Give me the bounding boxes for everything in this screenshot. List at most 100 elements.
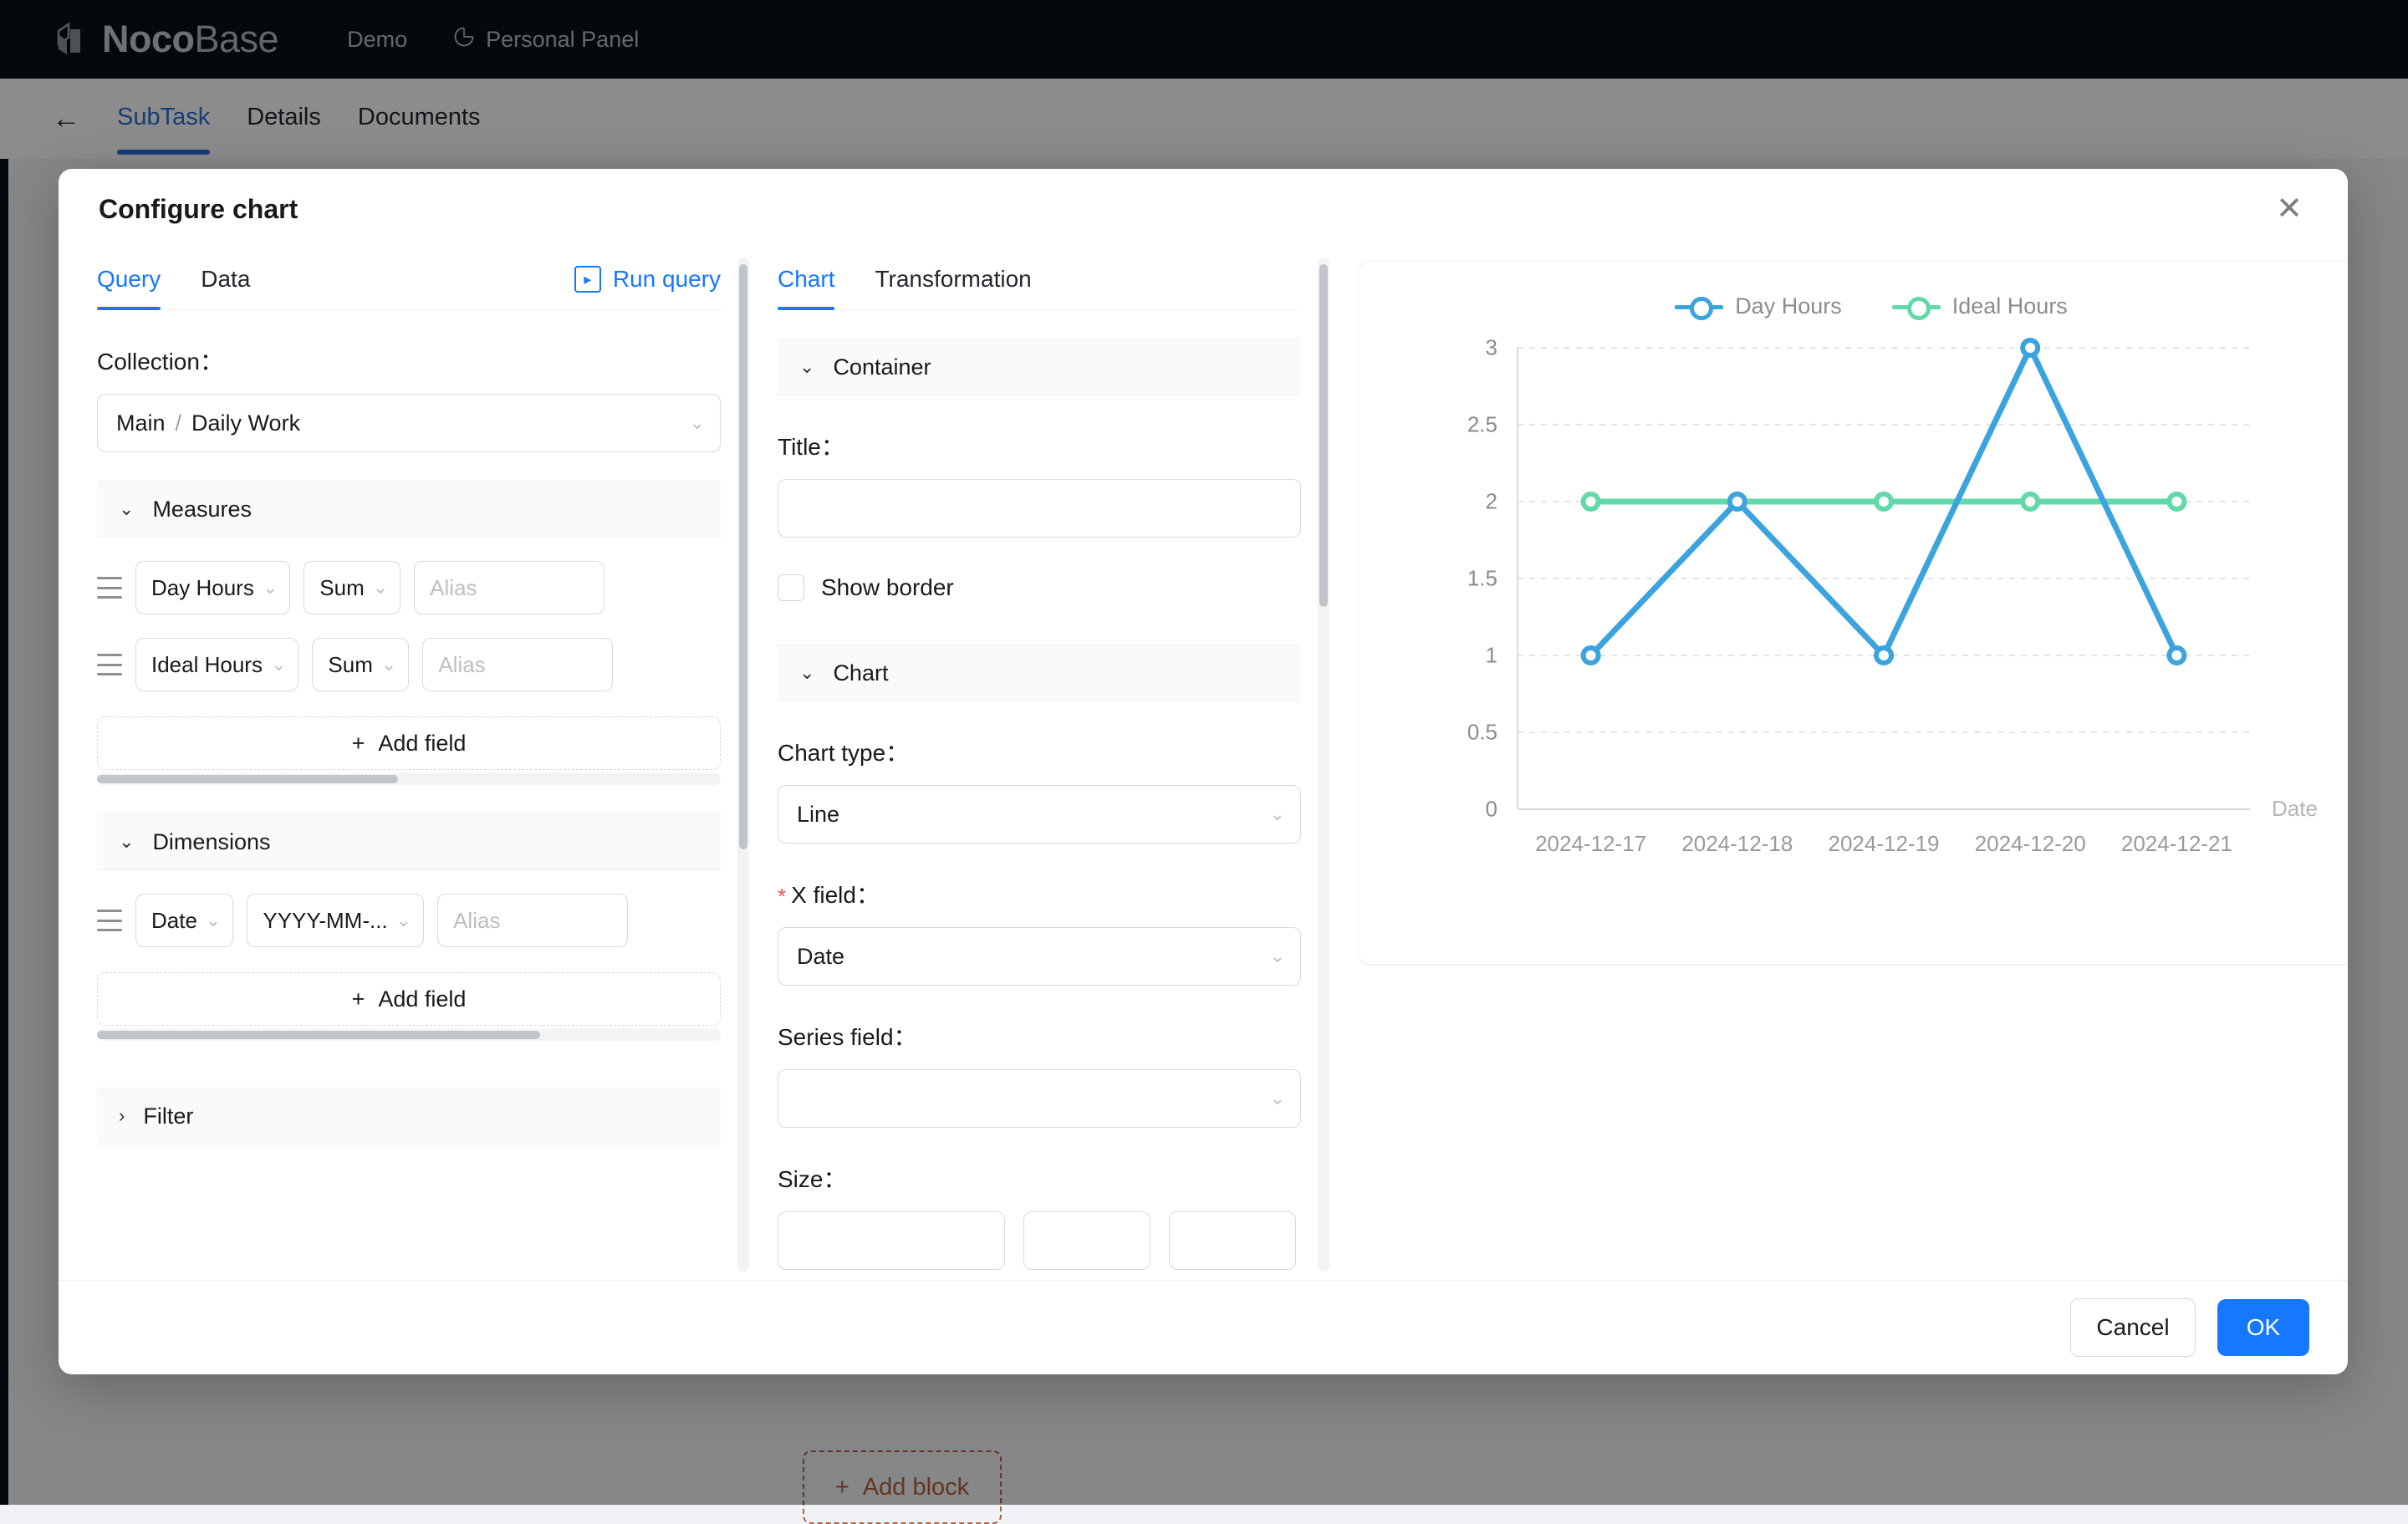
legend-marker-icon (1891, 295, 1941, 320)
chevron-down-icon: ⌄ (1269, 1088, 1285, 1109)
required-asterisk-icon: * (778, 884, 787, 910)
plus-icon: + (351, 986, 365, 1012)
tab-query[interactable]: Query (97, 266, 161, 310)
collection-select[interactable]: Main / Daily Work ⌄ (97, 394, 721, 452)
chevron-down-icon: ⌄ (1269, 945, 1285, 966)
run-query-button[interactable]: ▸ Run query (574, 266, 721, 309)
collection-namespace: Main (116, 410, 166, 436)
x-field-select[interactable]: Date ⌄ (778, 927, 1301, 986)
dimension-alias-input[interactable]: Alias (437, 894, 629, 947)
size-height-input[interactable] (1023, 1211, 1150, 1270)
collection-value: Main / Daily Work (116, 410, 690, 436)
chart-config-panel: Chart Transformation ⌄ Container Title： … (778, 249, 1329, 1280)
y-axis-tick-label: 1.5 (1467, 565, 1497, 591)
series-field-label: Series field： (778, 1024, 917, 1050)
dimensions-horizontal-scrollbar[interactable] (97, 1029, 721, 1041)
chart-title-input[interactable] (778, 479, 1301, 538)
y-axis-tick-label: 0 (1485, 796, 1497, 822)
dimensions-title: Dimensions (152, 828, 271, 854)
drag-handle-icon[interactable] (97, 577, 122, 599)
chevron-down-icon: ⌄ (119, 831, 135, 852)
chevron-down-icon: ⌄ (1269, 803, 1285, 824)
chart-config-scrollbar-thumb[interactable] (1319, 264, 1328, 607)
drag-handle-icon[interactable] (97, 654, 122, 675)
x-field-label-text: X field： (791, 882, 880, 908)
chevron-down-icon: ⌄ (395, 910, 412, 930)
chart-plot-area: 0 0.5 1 1.5 2 2.5 3 2024-12-17 2024-12-18 2024-1… (1359, 324, 2348, 910)
measure-alias-placeholder: Alias (438, 651, 486, 677)
dimension-field-select[interactable]: Date ⌄ (135, 894, 234, 947)
tab-transformation[interactable]: Transformation (875, 266, 1031, 309)
drag-handle-icon[interactable] (97, 910, 122, 931)
query-panel-tabs: Query Data ▸ Run query (97, 249, 721, 310)
x-axis-tick-label: 2024-12-17 (1535, 831, 1647, 856)
run-query-icon: ▸ (574, 266, 601, 293)
dimensions-add-field-button[interactable]: + Add field (97, 972, 721, 1026)
x-axis-tick-label: 2024-12-19 (1828, 831, 1940, 856)
add-field-label: Add field (378, 986, 467, 1012)
measure-field-value: Ideal Hours (151, 651, 263, 677)
x-axis-tick-label: 2024-12-20 (1974, 831, 2086, 856)
measure-row: Ideal Hours ⌄ Sum ⌄ Alias (97, 638, 721, 691)
tab-data[interactable]: Data (201, 266, 250, 309)
measures-add-field-button[interactable]: + Add field (97, 716, 721, 770)
dimensions-section-header[interactable]: ⌄ Dimensions (97, 813, 721, 870)
measure-aggregation-value: Sum (328, 651, 373, 677)
measure-alias-input[interactable]: Alias (422, 638, 614, 691)
measure-field-select[interactable]: Ideal Hours ⌄ (135, 638, 299, 691)
chart-title-label: Title： (778, 434, 844, 460)
x-field-label: * X field： (778, 877, 1301, 910)
line-chart-svg (1517, 338, 2250, 810)
measure-aggregation-value: Sum (319, 574, 365, 600)
modal-footer: Cancel OK (59, 1280, 2348, 1374)
chevron-right-icon: › (119, 1105, 125, 1126)
chevron-down-icon: ⌄ (799, 356, 815, 377)
chart-section-header[interactable]: ⌄ Chart (778, 645, 1301, 701)
filter-section-header[interactable]: › Filter (97, 1088, 721, 1144)
dimension-row: Date ⌄ YYYY-MM-... ⌄ Alias (97, 894, 721, 947)
measures-horizontal-scrollbar[interactable] (97, 773, 721, 785)
measure-field-value: Day Hours (151, 574, 254, 600)
chevron-down-icon: ⌄ (270, 654, 287, 675)
tab-label: Transformation (875, 266, 1032, 292)
chart-config-scrollbar-track[interactable] (1318, 257, 1329, 1272)
size-width-input[interactable] (778, 1211, 1005, 1270)
close-icon[interactable]: ✕ (2269, 189, 2309, 229)
x-field-value: Date (797, 943, 845, 969)
measure-alias-input[interactable]: Alias (414, 561, 605, 614)
legend-item-ideal-hours[interactable]: Ideal Hours (1891, 293, 2068, 320)
collection-separator: / (175, 410, 182, 436)
show-border-checkbox[interactable] (778, 574, 804, 601)
series-field-select[interactable]: ⌄ (778, 1069, 1301, 1128)
chevron-down-icon: ⌄ (799, 662, 815, 683)
chevron-down-icon: ⌄ (262, 577, 278, 598)
show-border-row[interactable]: Show border (778, 574, 1301, 601)
container-section-header[interactable]: ⌄ Container (778, 339, 1301, 395)
y-axis-tick-label: 2 (1485, 488, 1497, 514)
configure-chart-modal: Configure chart ✕ Query Data ▸ Run query… (59, 169, 2348, 1374)
tab-label: Query (97, 266, 161, 292)
legend-item-day-hours[interactable]: Day Hours (1675, 293, 1842, 320)
measure-aggregation-select[interactable]: Sum ⌄ (304, 561, 401, 614)
measures-section-header[interactable]: ⌄ Measures (97, 481, 721, 538)
tab-chart[interactable]: Chart (778, 266, 835, 310)
dimension-format-select[interactable]: YYYY-MM-... ⌄ (247, 894, 425, 947)
size-unit-select[interactable] (1169, 1211, 1296, 1270)
legend-label: Day Hours (1735, 293, 1842, 319)
modal-body: Query Data ▸ Run query Collection： Main /… (59, 249, 2348, 1280)
ok-button[interactable]: OK (2217, 1299, 2309, 1356)
measure-aggregation-select[interactable]: Sum ⌄ (312, 638, 410, 691)
chart-legend: Day Hours Ideal Hours (1359, 262, 2348, 320)
chart-preview-card: Day Hours Ideal Hours 0 0.5 1 1.5 2 2.5 3 2024… (1358, 261, 2348, 965)
show-border-label: Show border (821, 574, 954, 600)
dimension-alias-placeholder: Alias (453, 907, 501, 933)
cancel-button[interactable]: Cancel (2070, 1298, 2196, 1357)
chart-type-select[interactable]: Line ⌄ (778, 785, 1301, 844)
measure-field-select[interactable]: Day Hours ⌄ (135, 561, 291, 614)
x-axis-tick-label: 2024-12-21 (2120, 831, 2232, 856)
chart-type-label: Chart type： (778, 740, 910, 766)
query-panel-scrollbar-track[interactable] (737, 257, 749, 1272)
query-panel-scrollbar-thumb[interactable] (739, 264, 747, 849)
chart-type-value: Line (797, 801, 840, 827)
dimension-field-value: Date (151, 907, 197, 933)
